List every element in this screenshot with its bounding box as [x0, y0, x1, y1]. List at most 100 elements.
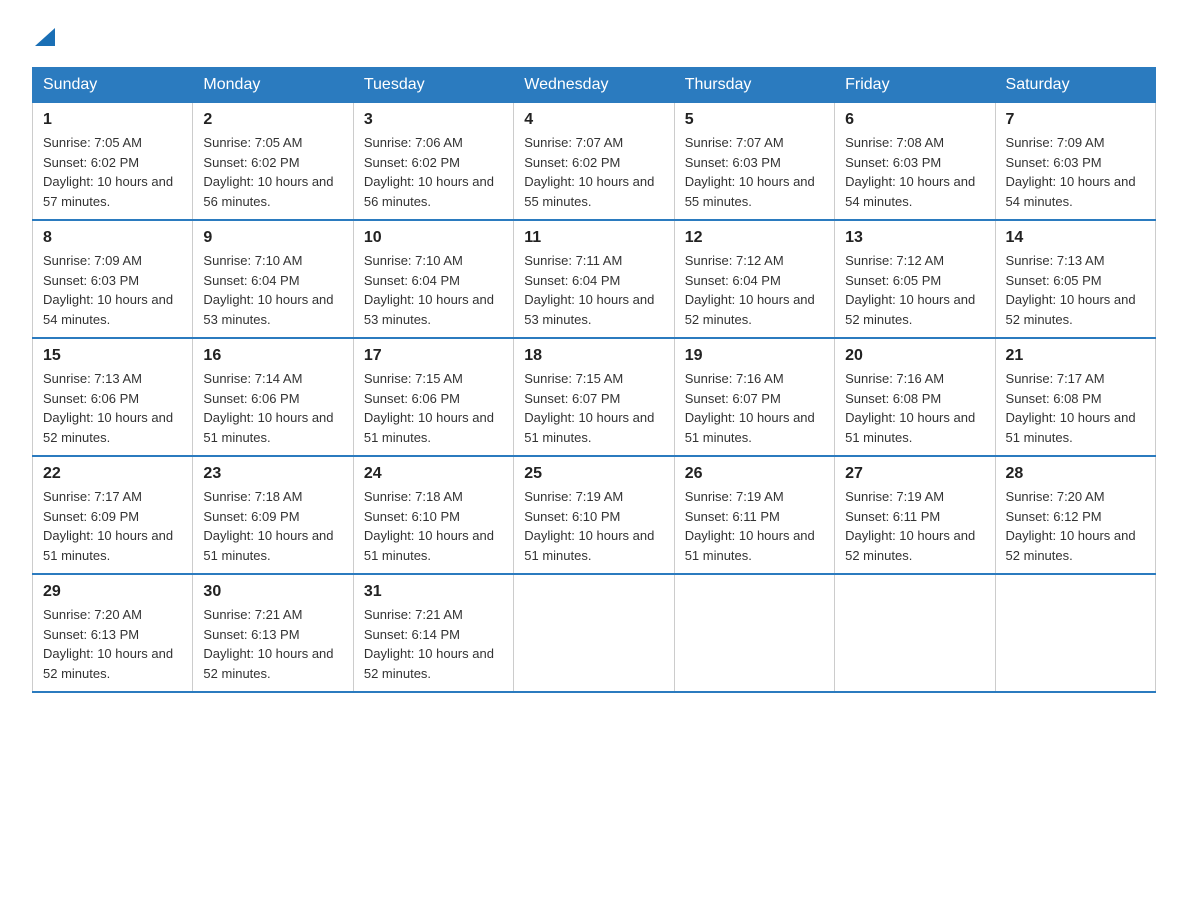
calendar-cell: 24 Sunrise: 7:18 AMSunset: 6:10 PMDayligh…	[353, 456, 513, 574]
day-number: 17	[364, 347, 503, 365]
day-number: 15	[43, 347, 182, 365]
day-number: 1	[43, 111, 182, 129]
day-number: 31	[364, 583, 503, 601]
calendar-cell: 26 Sunrise: 7:19 AMSunset: 6:11 PMDayligh…	[674, 456, 834, 574]
calendar-cell	[514, 574, 674, 692]
calendar-cell: 29Sunrise: 7:20 AMSunset: 6:13 PMDayligh…	[33, 574, 193, 692]
day-number: 4	[524, 111, 663, 129]
calendar-cell: 18 Sunrise: 7:15 AMSunset: 6:07 PMDayligh…	[514, 338, 674, 456]
day-number: 22	[43, 465, 182, 483]
calendar-cell: 14 Sunrise: 7:13 AMSunset: 6:05 PMDayligh…	[995, 220, 1155, 338]
calendar-cell: 17 Sunrise: 7:15 AMSunset: 6:06 PMDayligh…	[353, 338, 513, 456]
calendar-cell: 6 Sunrise: 7:08 AMSunset: 6:03 PMDaylight…	[835, 103, 995, 221]
column-header-wednesday: Wednesday	[514, 68, 674, 103]
day-detail: Sunrise: 7:20 AMSunset: 6:12 PMDaylight:…	[1006, 487, 1145, 565]
day-number: 24	[364, 465, 503, 483]
column-header-thursday: Thursday	[674, 68, 834, 103]
calendar-cell: 15 Sunrise: 7:13 AMSunset: 6:06 PMDayligh…	[33, 338, 193, 456]
calendar-table: SundayMondayTuesdayWednesdayThursdayFrid…	[32, 67, 1156, 693]
calendar-cell: 21 Sunrise: 7:17 AMSunset: 6:08 PMDayligh…	[995, 338, 1155, 456]
week-row-3: 15 Sunrise: 7:13 AMSunset: 6:06 PMDayligh…	[33, 338, 1156, 456]
calendar-cell: 13Sunrise: 7:12 AMSunset: 6:05 PMDayligh…	[835, 220, 995, 338]
page-header	[32, 24, 1156, 51]
week-row-5: 29Sunrise: 7:20 AMSunset: 6:13 PMDayligh…	[33, 574, 1156, 692]
day-detail: Sunrise: 7:20 AMSunset: 6:13 PMDaylight:…	[43, 605, 182, 683]
day-detail: Sunrise: 7:14 AMSunset: 6:06 PMDaylight:…	[203, 369, 342, 447]
day-detail: Sunrise: 7:12 AMSunset: 6:04 PMDaylight:…	[685, 251, 824, 329]
day-detail: Sunrise: 7:21 AMSunset: 6:14 PMDaylight:…	[364, 605, 503, 683]
calendar-cell	[835, 574, 995, 692]
day-detail: Sunrise: 7:18 AMSunset: 6:10 PMDaylight:…	[364, 487, 503, 565]
day-number: 26	[685, 465, 824, 483]
calendar-cell: 31 Sunrise: 7:21 AMSunset: 6:14 PMDayligh…	[353, 574, 513, 692]
day-detail: Sunrise: 7:19 AMSunset: 6:11 PMDaylight:…	[685, 487, 824, 565]
day-detail: Sunrise: 7:08 AMSunset: 6:03 PMDaylight:…	[845, 133, 984, 211]
column-header-tuesday: Tuesday	[353, 68, 513, 103]
day-number: 14	[1006, 229, 1145, 247]
day-number: 12	[685, 229, 824, 247]
day-detail: Sunrise: 7:10 AMSunset: 6:04 PMDaylight:…	[364, 251, 503, 329]
day-number: 23	[203, 465, 342, 483]
day-number: 18	[524, 347, 663, 365]
day-detail: Sunrise: 7:05 AMSunset: 6:02 PMDaylight:…	[43, 133, 182, 211]
logo-triangle-icon	[35, 24, 55, 46]
calendar-cell: 10 Sunrise: 7:10 AMSunset: 6:04 PMDayligh…	[353, 220, 513, 338]
day-number: 28	[1006, 465, 1145, 483]
calendar-cell: 8 Sunrise: 7:09 AMSunset: 6:03 PMDaylight…	[33, 220, 193, 338]
week-row-1: 1 Sunrise: 7:05 AMSunset: 6:02 PMDaylight…	[33, 103, 1156, 221]
day-number: 8	[43, 229, 182, 247]
day-number: 9	[203, 229, 342, 247]
day-detail: Sunrise: 7:19 AMSunset: 6:11 PMDaylight:…	[845, 487, 984, 565]
day-number: 11	[524, 229, 663, 247]
day-number: 3	[364, 111, 503, 129]
day-detail: Sunrise: 7:06 AMSunset: 6:02 PMDaylight:…	[364, 133, 503, 211]
calendar-header-row: SundayMondayTuesdayWednesdayThursdayFrid…	[33, 68, 1156, 103]
day-detail: Sunrise: 7:13 AMSunset: 6:06 PMDaylight:…	[43, 369, 182, 447]
week-row-4: 22 Sunrise: 7:17 AMSunset: 6:09 PMDayligh…	[33, 456, 1156, 574]
calendar-cell: 12 Sunrise: 7:12 AMSunset: 6:04 PMDayligh…	[674, 220, 834, 338]
day-detail: Sunrise: 7:16 AMSunset: 6:08 PMDaylight:…	[845, 369, 984, 447]
calendar-cell: 16 Sunrise: 7:14 AMSunset: 6:06 PMDayligh…	[193, 338, 353, 456]
logo	[32, 24, 55, 51]
day-number: 5	[685, 111, 824, 129]
column-header-friday: Friday	[835, 68, 995, 103]
day-number: 19	[685, 347, 824, 365]
day-detail: Sunrise: 7:10 AMSunset: 6:04 PMDaylight:…	[203, 251, 342, 329]
day-number: 16	[203, 347, 342, 365]
calendar-cell: 1 Sunrise: 7:05 AMSunset: 6:02 PMDaylight…	[33, 103, 193, 221]
day-number: 27	[845, 465, 984, 483]
calendar-cell: 5Sunrise: 7:07 AMSunset: 6:03 PMDaylight…	[674, 103, 834, 221]
calendar-cell: 30Sunrise: 7:21 AMSunset: 6:13 PMDayligh…	[193, 574, 353, 692]
calendar-cell	[995, 574, 1155, 692]
column-header-sunday: Sunday	[33, 68, 193, 103]
day-detail: Sunrise: 7:18 AMSunset: 6:09 PMDaylight:…	[203, 487, 342, 565]
day-number: 21	[1006, 347, 1145, 365]
calendar-cell: 19Sunrise: 7:16 AMSunset: 6:07 PMDayligh…	[674, 338, 834, 456]
calendar-cell: 9 Sunrise: 7:10 AMSunset: 6:04 PMDaylight…	[193, 220, 353, 338]
day-number: 10	[364, 229, 503, 247]
day-number: 2	[203, 111, 342, 129]
day-detail: Sunrise: 7:05 AMSunset: 6:02 PMDaylight:…	[203, 133, 342, 211]
day-detail: Sunrise: 7:15 AMSunset: 6:07 PMDaylight:…	[524, 369, 663, 447]
day-detail: Sunrise: 7:15 AMSunset: 6:06 PMDaylight:…	[364, 369, 503, 447]
calendar-cell	[674, 574, 834, 692]
calendar-cell: 11Sunrise: 7:11 AMSunset: 6:04 PMDayligh…	[514, 220, 674, 338]
calendar-cell: 3 Sunrise: 7:06 AMSunset: 6:02 PMDaylight…	[353, 103, 513, 221]
day-detail: Sunrise: 7:09 AMSunset: 6:03 PMDaylight:…	[43, 251, 182, 329]
day-detail: Sunrise: 7:17 AMSunset: 6:09 PMDaylight:…	[43, 487, 182, 565]
calendar-cell: 23 Sunrise: 7:18 AMSunset: 6:09 PMDayligh…	[193, 456, 353, 574]
calendar-cell: 20Sunrise: 7:16 AMSunset: 6:08 PMDayligh…	[835, 338, 995, 456]
column-header-monday: Monday	[193, 68, 353, 103]
day-number: 6	[845, 111, 984, 129]
day-detail: Sunrise: 7:21 AMSunset: 6:13 PMDaylight:…	[203, 605, 342, 683]
day-detail: Sunrise: 7:09 AMSunset: 6:03 PMDaylight:…	[1006, 133, 1145, 211]
calendar-cell: 2 Sunrise: 7:05 AMSunset: 6:02 PMDaylight…	[193, 103, 353, 221]
calendar-cell: 22 Sunrise: 7:17 AMSunset: 6:09 PMDayligh…	[33, 456, 193, 574]
day-detail: Sunrise: 7:13 AMSunset: 6:05 PMDaylight:…	[1006, 251, 1145, 329]
day-number: 25	[524, 465, 663, 483]
day-detail: Sunrise: 7:19 AMSunset: 6:10 PMDaylight:…	[524, 487, 663, 565]
calendar-cell: 4Sunrise: 7:07 AMSunset: 6:02 PMDaylight…	[514, 103, 674, 221]
day-number: 7	[1006, 111, 1145, 129]
day-detail: Sunrise: 7:17 AMSunset: 6:08 PMDaylight:…	[1006, 369, 1145, 447]
week-row-2: 8 Sunrise: 7:09 AMSunset: 6:03 PMDaylight…	[33, 220, 1156, 338]
